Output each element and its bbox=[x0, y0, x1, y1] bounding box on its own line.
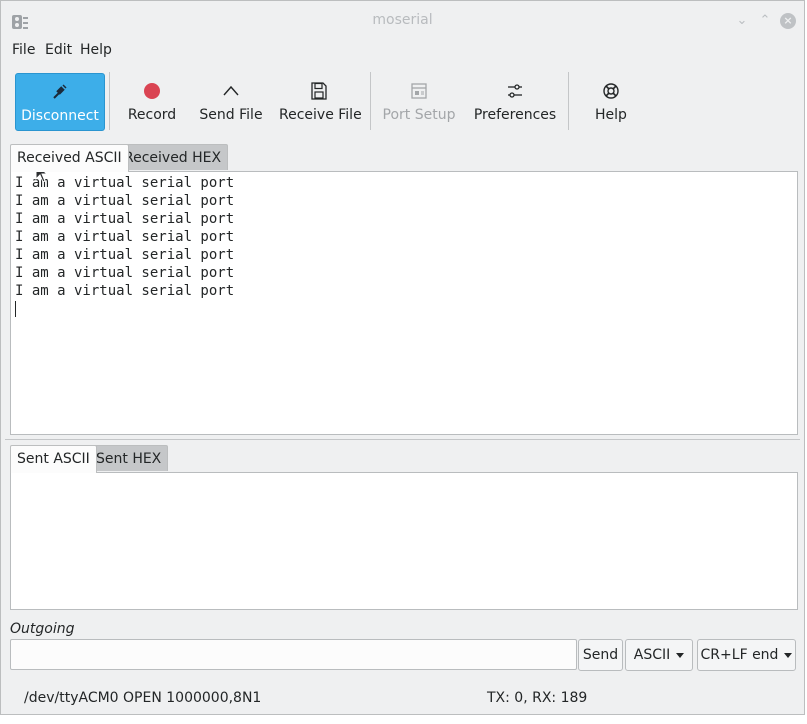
lifebuoy-icon bbox=[603, 83, 619, 99]
app-window: moserial ⌄ ⌃ × File Edit Help Disconnect… bbox=[0, 0, 805, 715]
received-content: I am a virtual serial port I am a virtua… bbox=[15, 174, 234, 318]
tab-sent-hex[interactable]: Sent HEX bbox=[89, 445, 169, 471]
tab-sent-ascii[interactable]: Sent ASCII bbox=[10, 445, 97, 473]
maximize-icon[interactable]: ⌃ bbox=[757, 13, 773, 29]
tab-received-hex[interactable]: Received HEX bbox=[117, 144, 229, 170]
line-end-value: CR+LF end bbox=[700, 647, 779, 663]
receive-file-button[interactable]: Receive File bbox=[279, 73, 362, 129]
outgoing-label: Outgoing bbox=[10, 621, 75, 637]
send-file-button[interactable]: Send File bbox=[197, 73, 265, 129]
window-settings-icon bbox=[411, 83, 427, 99]
menu-edit[interactable]: Edit bbox=[45, 42, 72, 58]
menu-bar: File Edit Help bbox=[1, 39, 804, 65]
format-dropdown[interactable]: ASCII bbox=[625, 639, 693, 671]
preferences-button[interactable]: Preferences bbox=[471, 73, 559, 129]
outgoing-input[interactable] bbox=[10, 639, 577, 670]
received-line: I am a virtual serial port bbox=[15, 247, 235, 263]
format-value: ASCII bbox=[633, 647, 671, 663]
menu-file[interactable]: File bbox=[12, 42, 35, 58]
line-end-dropdown[interactable]: CR+LF end bbox=[697, 639, 796, 671]
received-text-area[interactable]: I am a virtual serial port I am a virtua… bbox=[10, 171, 798, 435]
received-line: I am a virtual serial port bbox=[15, 265, 235, 281]
record-button[interactable]: Record bbox=[119, 73, 185, 129]
toolbar: Disconnect Record Send File Receive File bbox=[1, 69, 804, 135]
text-cursor bbox=[15, 300, 234, 318]
close-icon[interactable]: × bbox=[780, 13, 796, 29]
send-file-label: Send File bbox=[199, 107, 263, 123]
sliders-icon bbox=[508, 84, 522, 98]
status-port: /dev/ttyACM0 OPEN 1000000,8N1 bbox=[24, 690, 262, 706]
toolbar-separator bbox=[568, 72, 569, 130]
receive-file-label: Receive File bbox=[279, 107, 362, 123]
save-icon bbox=[311, 82, 327, 100]
received-line: I am a virtual serial port bbox=[15, 211, 235, 227]
menu-help[interactable]: Help bbox=[80, 42, 112, 58]
chevron-down-icon bbox=[784, 652, 793, 658]
status-counts: TX: 0, RX: 189 bbox=[487, 690, 588, 706]
plug-icon bbox=[53, 84, 67, 99]
disconnect-button[interactable]: Disconnect bbox=[15, 73, 105, 131]
port-setup-button[interactable]: Port Setup bbox=[381, 73, 457, 129]
minimize-icon[interactable]: ⌄ bbox=[734, 13, 750, 29]
tab-received-ascii[interactable]: Received ASCII bbox=[10, 144, 129, 172]
record-label: Record bbox=[127, 107, 177, 123]
splitter-handle[interactable] bbox=[5, 439, 800, 440]
window-title: moserial bbox=[372, 12, 433, 28]
send-button[interactable]: Send bbox=[578, 639, 623, 671]
help-button[interactable]: Help bbox=[587, 73, 635, 129]
upload-arrow-icon bbox=[223, 85, 239, 96]
received-line: I am a virtual serial port bbox=[15, 229, 235, 245]
toolbar-separator bbox=[109, 72, 110, 130]
record-icon bbox=[144, 83, 160, 99]
toolbar-separator bbox=[370, 72, 371, 130]
help-label: Help bbox=[595, 107, 627, 123]
chevron-down-icon bbox=[676, 652, 685, 658]
sent-text-area[interactable] bbox=[10, 472, 798, 610]
title-bar[interactable]: moserial ⌄ ⌃ × bbox=[1, 1, 804, 39]
port-setup-label: Port Setup bbox=[382, 107, 456, 123]
disconnect-label: Disconnect bbox=[21, 108, 99, 124]
preferences-label: Preferences bbox=[473, 107, 557, 123]
received-line: I am a virtual serial port bbox=[15, 283, 235, 299]
received-line: I am a virtual serial port bbox=[15, 193, 235, 209]
